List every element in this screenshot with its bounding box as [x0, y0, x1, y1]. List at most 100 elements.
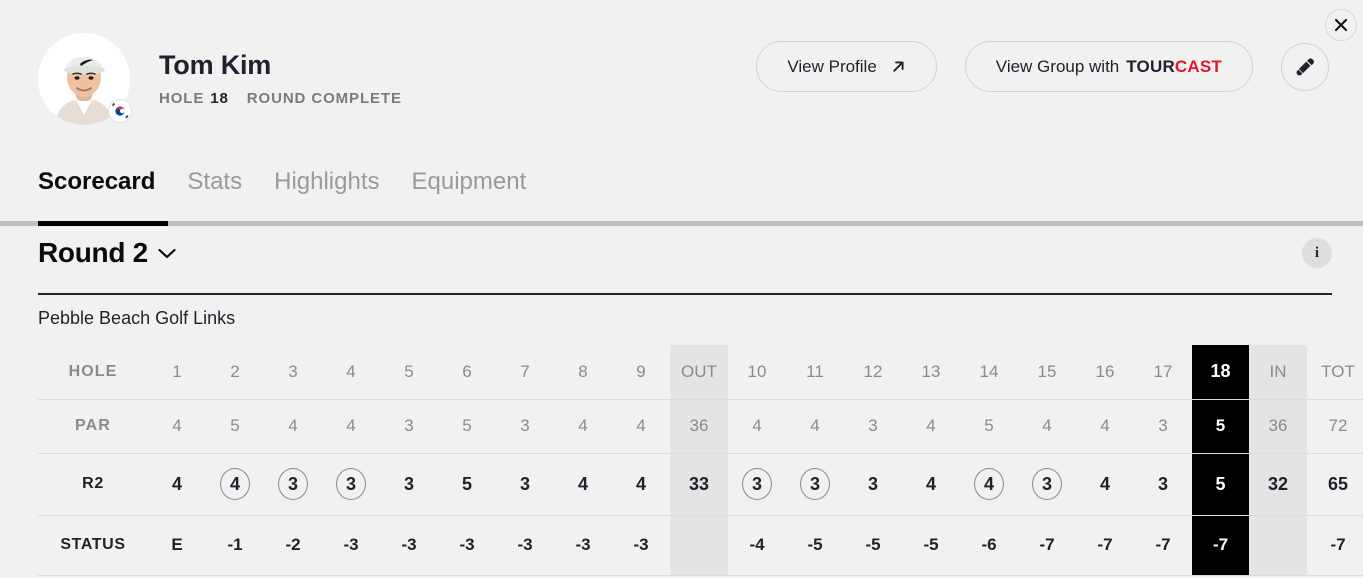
- cell-status-10: -4: [728, 515, 786, 576]
- cell-par-11: 4: [786, 399, 844, 454]
- cell-status-1: E: [148, 515, 206, 576]
- cell-r2-9: 4: [612, 453, 670, 516]
- birdie-circle: 3: [278, 468, 308, 500]
- cell-r2-7: 3: [496, 453, 554, 516]
- info-button[interactable]: i: [1302, 238, 1332, 268]
- round-divider: [38, 293, 1332, 295]
- row-label-r2: R2: [38, 453, 148, 516]
- view-group-tourcast-button[interactable]: View Group with TOURCAST: [964, 41, 1253, 92]
- tab-highlights[interactable]: Highlights: [274, 170, 379, 206]
- cell-status-3: -2: [264, 515, 322, 576]
- player-header: Tom Kim HOLE 18 ROUND COMPLETE: [38, 33, 402, 125]
- row-label-par: PAR: [38, 399, 148, 454]
- external-link-icon: [891, 59, 906, 74]
- tab-equipment[interactable]: Equipment: [412, 170, 527, 206]
- cell-r2-8: 4: [554, 453, 612, 516]
- round-selector-row: Round 2 i: [38, 237, 1332, 269]
- cell-par-5: 3: [380, 399, 438, 454]
- cell-hole-8: 8: [554, 345, 612, 400]
- cell-r2-6: 5: [438, 453, 496, 516]
- cell-r2-12: 3: [844, 453, 902, 516]
- cell-status-12: -5: [844, 515, 902, 576]
- hole-number: 18: [210, 89, 229, 107]
- view-profile-button[interactable]: View Profile: [756, 41, 937, 92]
- cell-r2-18: 5: [1192, 453, 1249, 516]
- player-name-block: Tom Kim HOLE 18 ROUND COMPLETE: [159, 50, 402, 107]
- cell-r2-OUT: 33: [670, 453, 728, 516]
- player-status-line: HOLE 18 ROUND COMPLETE: [159, 90, 402, 107]
- cell-hole-5: 5: [380, 345, 438, 400]
- tab-stats[interactable]: Stats: [187, 170, 242, 206]
- cell-status-13: -5: [902, 515, 960, 576]
- cell-par-9: 4: [612, 399, 670, 454]
- birdie-circle: 4: [974, 468, 1004, 500]
- cell-r2-13: 4: [902, 453, 960, 516]
- hole-label: HOLE: [159, 89, 205, 107]
- round-status: ROUND COMPLETE: [246, 89, 402, 107]
- tab-active-indicator: [38, 221, 168, 226]
- cell-hole-16: 16: [1076, 345, 1134, 400]
- cell-par-8: 4: [554, 399, 612, 454]
- birdie-circle: 3: [1032, 468, 1062, 500]
- player-scorecard-modal: Tom Kim HOLE 18 ROUND COMPLETE View Prof…: [0, 0, 1363, 578]
- header-actions: View Profile View Group with TOURCAST: [756, 41, 1329, 92]
- birdie-circle: 4: [220, 468, 250, 500]
- cell-status-4: -3: [322, 515, 380, 576]
- birdie-circle: 3: [336, 468, 366, 500]
- cell-hole-1: 1: [148, 345, 206, 400]
- cell-r2-3: 3: [264, 453, 322, 516]
- cell-hole-18: 18: [1192, 345, 1249, 400]
- cell-hole-IN: IN: [1249, 345, 1307, 400]
- cell-hole-9: 9: [612, 345, 670, 400]
- round-selector[interactable]: Round 2: [38, 237, 177, 269]
- scorecard-table: HOLE 1 2 3 4 5 6 7 8 9 OUT 10 11 12 13 14 15 16 17 18 IN TOT P…: [38, 345, 1363, 576]
- cell-status-14: -6: [960, 515, 1018, 576]
- brand-cast: CAST: [1174, 56, 1222, 76]
- page-title: Tom Kim: [159, 50, 272, 81]
- cell-hole-TOT: TOT: [1307, 345, 1363, 400]
- cell-r2-14: 4: [960, 453, 1018, 516]
- cell-hole-OUT: OUT: [670, 345, 728, 400]
- table-row: R2 4 4 3 3 3 5 3 4 4 33 3 3 3 4 4 3 4 3 5 32 65: [38, 453, 1363, 516]
- avatar: [38, 33, 132, 125]
- birdie-circle: 3: [800, 468, 830, 500]
- cell-r2-IN: 32: [1249, 453, 1307, 516]
- cell-status-9: -3: [612, 515, 670, 576]
- cell-par-IN: 36: [1249, 399, 1307, 454]
- cell-par-15: 4: [1018, 399, 1076, 454]
- country-flag-icon: [108, 99, 132, 123]
- cell-par-OUT: 36: [670, 399, 728, 454]
- cell-hole-15: 15: [1018, 345, 1076, 400]
- cell-status-IN: [1249, 515, 1307, 576]
- cell-status-8: -3: [554, 515, 612, 576]
- cell-r2-5: 3: [380, 453, 438, 516]
- cell-status-17: -7: [1134, 515, 1192, 576]
- cell-r2-1: 4: [148, 453, 206, 516]
- cell-status-5: -3: [380, 515, 438, 576]
- cell-hole-6: 6: [438, 345, 496, 400]
- tabs-divider: [0, 221, 1363, 226]
- cell-hole-10: 10: [728, 345, 786, 400]
- cell-par-1: 4: [148, 399, 206, 454]
- cell-hole-14: 14: [960, 345, 1018, 400]
- table-row: STATUS E -1 -2 -3 -3 -3 -3 -3 -3 -4 -5 -5 -5 -6 -7 -7 -7-…: [38, 515, 1363, 576]
- chevron-down-icon: [157, 247, 177, 260]
- cell-hole-11: 11: [786, 345, 844, 400]
- tab-scorecard[interactable]: Scorecard: [38, 170, 155, 206]
- close-button[interactable]: [1325, 9, 1357, 41]
- scorecard-table-wrap: HOLE 1 2 3 4 5 6 7 8 9 OUT 10 11 12 13 14 15 16 17 18 IN TOT P…: [38, 345, 1363, 576]
- table-row: PAR 4 5 4 4 3 5 3 4 4 36 4 4 3 4 5 4 4 3 5 36 72: [38, 399, 1363, 454]
- cell-r2-16: 4: [1076, 453, 1134, 516]
- brand-tour: TOUR: [1126, 56, 1175, 76]
- close-icon: [1334, 18, 1348, 32]
- content-tabs: Scorecard Stats Highlights Equipment: [38, 170, 526, 206]
- cell-par-17: 3: [1134, 399, 1192, 454]
- cell-status-6: -3: [438, 515, 496, 576]
- cell-hole-3: 3: [264, 345, 322, 400]
- view-profile-label: View Profile: [787, 56, 877, 76]
- cell-par-2: 5: [206, 399, 264, 454]
- cell-hole-12: 12: [844, 345, 902, 400]
- cell-par-18: 5: [1192, 399, 1249, 454]
- cell-status-11: -5: [786, 515, 844, 576]
- pin-tool-button[interactable]: [1281, 42, 1329, 91]
